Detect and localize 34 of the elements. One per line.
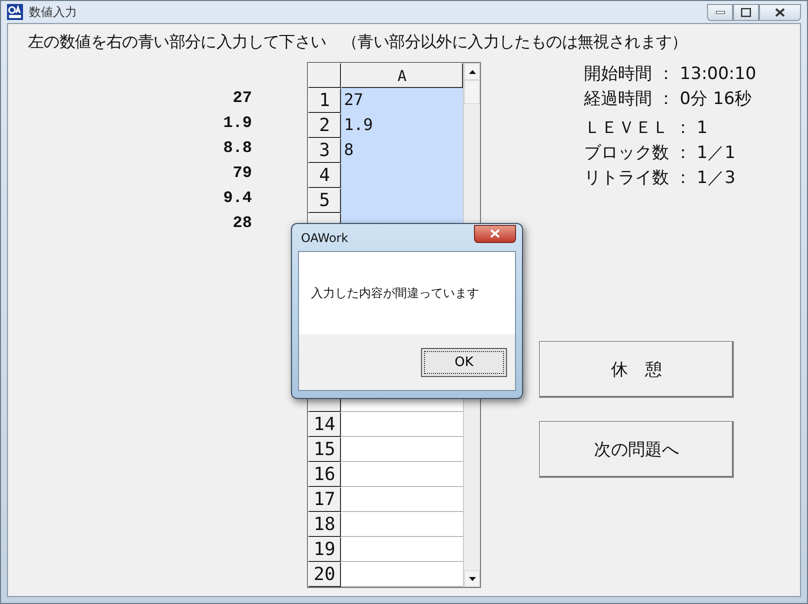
source-value: 27 <box>232 88 252 109</box>
window-title: 数値入力 <box>29 4 77 20</box>
row-header[interactable]: 17 <box>308 486 341 512</box>
column-header[interactable]: A <box>341 63 463 88</box>
input-cell[interactable]: 1.9 <box>341 113 463 138</box>
row-header[interactable]: 5 <box>308 188 341 213</box>
info-line: リトライ数 ： 1／3 <box>584 167 736 190</box>
row-header[interactable]: 18 <box>308 512 341 537</box>
dialog-title: OAWork <box>301 230 348 244</box>
break-button[interactable]: 休 憩 <box>539 341 734 398</box>
row-header[interactable]: 3 <box>308 138 341 163</box>
row-header[interactable]: 4 <box>308 163 341 188</box>
source-value: 8.8 <box>222 138 252 159</box>
info-line: 経過時間 ： 0分 16秒 <box>584 88 753 111</box>
row-header[interactable]: 20 <box>308 562 341 587</box>
next-question-button[interactable]: 次の問題へ <box>539 421 734 478</box>
row-header[interactable]: 2 <box>308 113 341 138</box>
row-header[interactable]: 19 <box>308 536 341 562</box>
row-header[interactable]: 1 <box>308 88 341 113</box>
source-value: 28 <box>232 213 252 234</box>
dialog-message: 入力した内容が間違っています <box>311 284 479 302</box>
input-cell[interactable]: 27 <box>341 88 463 113</box>
source-value: 1.9 <box>222 113 252 134</box>
row-header[interactable]: 15 <box>308 436 341 462</box>
input-cell[interactable]: 8 <box>341 138 463 163</box>
ok-button[interactable]: OK <box>421 348 507 376</box>
source-value: 79 <box>232 163 252 184</box>
info-line: ブロック数 ： 1／1 <box>584 142 736 165</box>
source-value: 9.4 <box>222 188 252 209</box>
info-line: ＬＥＶＥＬ ： 1 <box>584 117 709 140</box>
row-header[interactable]: 14 <box>308 412 341 437</box>
info-line: 開始時間 ： 13:00:10 <box>584 63 756 86</box>
instruction-text: 左の数値を右の青い部分に入力して下さい （青い部分以外に入力したものは無視されます） <box>28 32 688 53</box>
row-header[interactable]: 16 <box>308 462 341 487</box>
